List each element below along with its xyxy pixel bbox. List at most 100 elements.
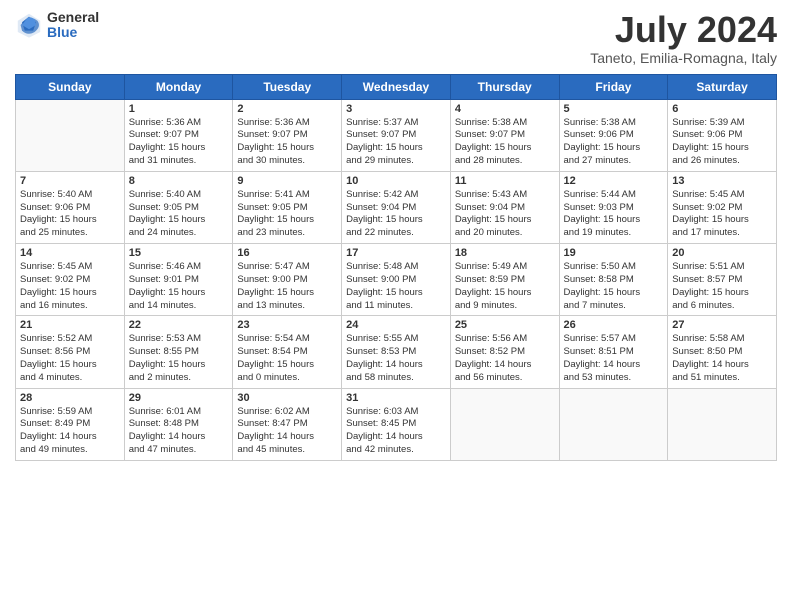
subtitle: Taneto, Emilia-Romagna, Italy [590,50,777,66]
day-cell: 9 Sunrise: 5:41 AM Sunset: 9:05 PM Daylig… [233,171,342,243]
day-number: 27 [672,319,772,331]
day-cell: 24Sunrise: 5:55 AM Sunset: 8:53 PM Dayli… [342,316,451,388]
logo-general-text: General [47,10,99,25]
day-cell: 16Sunrise: 5:47 AM Sunset: 9:00 PM Dayli… [233,244,342,316]
day-number: 29 [129,392,229,404]
day-info: Sunrise: 5:46 AM Sunset: 9:01 PM Dayligh… [129,261,229,312]
day-number: 22 [129,319,229,331]
day-number: 3 [346,103,446,115]
day-info: Sunrise: 5:53 AM Sunset: 8:55 PM Dayligh… [129,333,229,384]
day-header-saturday: Saturday [668,74,777,99]
day-info: Sunrise: 5:48 AM Sunset: 9:00 PM Dayligh… [346,261,446,312]
day-number: 28 [20,392,120,404]
day-info: Sunrise: 5:39 AM Sunset: 9:06 PM Dayligh… [672,117,772,168]
day-cell: 5Sunrise: 5:38 AM Sunset: 9:06 PM Daylig… [559,99,668,171]
day-cell [668,388,777,460]
day-number: 9 [237,175,337,187]
day-info: Sunrise: 5:38 AM Sunset: 9:07 PM Dayligh… [455,117,555,168]
day-info: Sunrise: 5:45 AM Sunset: 9:02 PM Dayligh… [20,261,120,312]
day-cell: 2 Sunrise: 5:36 AM Sunset: 9:07 PM Daylig… [233,99,342,171]
logo-icon [15,11,43,39]
logo-blue-text: Blue [47,25,99,40]
day-info: Sunrise: 5:56 AM Sunset: 8:52 PM Dayligh… [455,333,555,384]
day-cell: 4 Sunrise: 5:38 AM Sunset: 9:07 PM Daylig… [450,99,559,171]
day-number: 11 [455,175,555,187]
day-header-sunday: Sunday [16,74,125,99]
day-number: 21 [20,319,120,331]
week-row-5: 28 Sunrise: 5:59 AM Sunset: 8:49 PM Dayli… [16,388,777,460]
day-cell [559,388,668,460]
day-cell: 7Sunrise: 5:40 AM Sunset: 9:06 PM Daylig… [16,171,125,243]
day-number: 12 [564,175,664,187]
day-cell: 26 Sunrise: 5:57 AM Sunset: 8:51 PM Dayli… [559,316,668,388]
day-info: Sunrise: 5:41 AM Sunset: 9:05 PM Dayligh… [237,189,337,240]
day-number: 13 [672,175,772,187]
logo-text: General Blue [47,10,99,41]
day-number: 14 [20,247,120,259]
main-title: July 2024 [590,10,777,50]
calendar-header: SundayMondayTuesdayWednesdayThursdayFrid… [16,74,777,99]
day-info: Sunrise: 5:50 AM Sunset: 8:58 PM Dayligh… [564,261,664,312]
day-cell: 25 Sunrise: 5:56 AM Sunset: 8:52 PM Dayli… [450,316,559,388]
calendar-table: SundayMondayTuesdayWednesdayThursdayFrid… [15,74,777,461]
day-info: Sunrise: 5:40 AM Sunset: 9:05 PM Dayligh… [129,189,229,240]
day-cell: 3 Sunrise: 5:37 AM Sunset: 9:07 PM Daylig… [342,99,451,171]
day-cell: 29Sunrise: 6:01 AM Sunset: 8:48 PM Dayli… [124,388,233,460]
day-number: 10 [346,175,446,187]
day-info: Sunrise: 5:43 AM Sunset: 9:04 PM Dayligh… [455,189,555,240]
day-cell: 15 Sunrise: 5:46 AM Sunset: 9:01 PM Dayli… [124,244,233,316]
day-info: Sunrise: 6:02 AM Sunset: 8:47 PM Dayligh… [237,406,337,457]
day-cell: 28 Sunrise: 5:59 AM Sunset: 8:49 PM Dayli… [16,388,125,460]
day-header-monday: Monday [124,74,233,99]
day-info: Sunrise: 5:36 AM Sunset: 9:07 PM Dayligh… [237,117,337,168]
day-header-wednesday: Wednesday [342,74,451,99]
week-row-3: 14 Sunrise: 5:45 AM Sunset: 9:02 PM Dayli… [16,244,777,316]
day-info: Sunrise: 5:58 AM Sunset: 8:50 PM Dayligh… [672,333,772,384]
day-cell: 13 Sunrise: 5:45 AM Sunset: 9:02 PM Dayli… [668,171,777,243]
day-cell: 31 Sunrise: 6:03 AM Sunset: 8:45 PM Dayli… [342,388,451,460]
day-info: Sunrise: 5:44 AM Sunset: 9:03 PM Dayligh… [564,189,664,240]
day-cell: 6Sunrise: 5:39 AM Sunset: 9:06 PM Daylig… [668,99,777,171]
day-header-tuesday: Tuesday [233,74,342,99]
day-number: 23 [237,319,337,331]
day-number: 25 [455,319,555,331]
day-info: Sunrise: 5:52 AM Sunset: 8:56 PM Dayligh… [20,333,120,384]
day-cell: 1 Sunrise: 5:36 AM Sunset: 9:07 PM Daylig… [124,99,233,171]
day-number: 26 [564,319,664,331]
day-info: Sunrise: 5:42 AM Sunset: 9:04 PM Dayligh… [346,189,446,240]
day-info: Sunrise: 5:37 AM Sunset: 9:07 PM Dayligh… [346,117,446,168]
day-info: Sunrise: 5:57 AM Sunset: 8:51 PM Dayligh… [564,333,664,384]
day-number: 1 [129,103,229,115]
day-number: 18 [455,247,555,259]
day-cell: 10 Sunrise: 5:42 AM Sunset: 9:04 PM Dayli… [342,171,451,243]
day-cell: 21 Sunrise: 5:52 AM Sunset: 8:56 PM Dayli… [16,316,125,388]
day-number: 20 [672,247,772,259]
day-cell: 30 Sunrise: 6:02 AM Sunset: 8:47 PM Dayli… [233,388,342,460]
day-header-friday: Friday [559,74,668,99]
header: General Blue July 2024 Taneto, Emilia-Ro… [15,10,777,66]
day-number: 4 [455,103,555,115]
day-info: Sunrise: 5:36 AM Sunset: 9:07 PM Dayligh… [129,117,229,168]
day-info: Sunrise: 5:47 AM Sunset: 9:00 PM Dayligh… [237,261,337,312]
day-number: 30 [237,392,337,404]
day-number: 17 [346,247,446,259]
day-cell: 17 Sunrise: 5:48 AM Sunset: 9:00 PM Dayli… [342,244,451,316]
week-row-1: 1 Sunrise: 5:36 AM Sunset: 9:07 PM Daylig… [16,99,777,171]
day-number: 2 [237,103,337,115]
day-cell: 8 Sunrise: 5:40 AM Sunset: 9:05 PM Daylig… [124,171,233,243]
day-number: 19 [564,247,664,259]
day-number: 7 [20,175,120,187]
day-number: 31 [346,392,446,404]
day-header-thursday: Thursday [450,74,559,99]
calendar-body: 1 Sunrise: 5:36 AM Sunset: 9:07 PM Daylig… [16,99,777,460]
day-number: 8 [129,175,229,187]
day-info: Sunrise: 5:59 AM Sunset: 8:49 PM Dayligh… [20,406,120,457]
day-info: Sunrise: 6:03 AM Sunset: 8:45 PM Dayligh… [346,406,446,457]
day-cell [16,99,125,171]
day-info: Sunrise: 5:51 AM Sunset: 8:57 PM Dayligh… [672,261,772,312]
day-cell: 20 Sunrise: 5:51 AM Sunset: 8:57 PM Dayli… [668,244,777,316]
day-info: Sunrise: 5:45 AM Sunset: 9:02 PM Dayligh… [672,189,772,240]
day-info: Sunrise: 5:55 AM Sunset: 8:53 PM Dayligh… [346,333,446,384]
day-cell [450,388,559,460]
day-number: 15 [129,247,229,259]
